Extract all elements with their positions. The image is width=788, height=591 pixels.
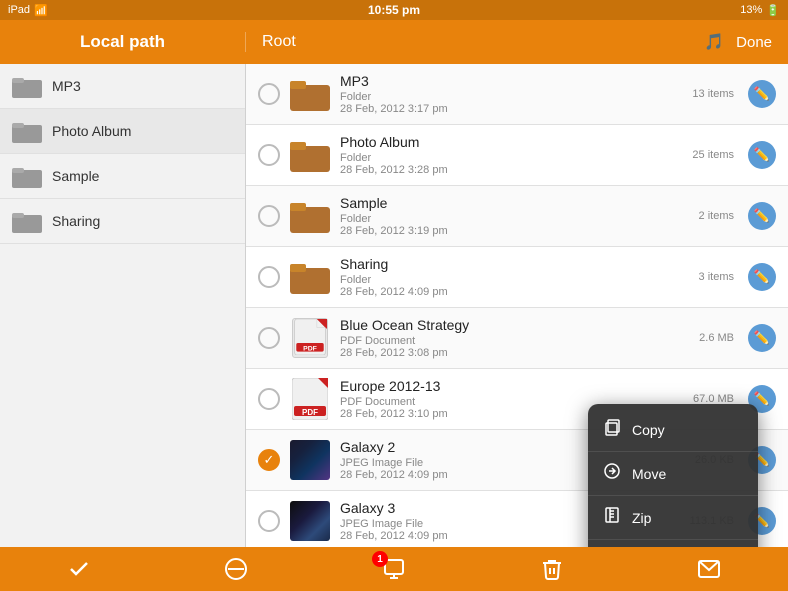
status-right: 13% 🔋 xyxy=(740,4,780,17)
sidebar-label-mp3: MP3 xyxy=(52,78,81,94)
folder-icon xyxy=(12,209,42,233)
pdf-icon-europe: PDF xyxy=(290,377,330,421)
radio-europe[interactable] xyxy=(258,388,280,410)
file-item-sharing[interactable]: Sharing Folder28 Feb, 2012 4:09 pm 3 ite… xyxy=(246,247,788,308)
file-list: MP3 Folder28 Feb, 2012 3:17 pm 13 items … xyxy=(246,64,788,547)
folder-icon-sharing xyxy=(290,255,330,299)
file-item-photo-album[interactable]: Photo Album Folder28 Feb, 2012 3:28 pm 2… xyxy=(246,125,788,186)
badge-count: 1 xyxy=(372,551,388,567)
file-size-sample: 2 items xyxy=(699,210,734,222)
sidebar-item-sample[interactable]: Sample xyxy=(0,154,245,199)
file-size-blue-ocean: 2.6 MB xyxy=(699,332,734,344)
radio-galaxy3[interactable] xyxy=(258,510,280,532)
context-menu-copy[interactable]: Copy xyxy=(588,408,758,452)
folder-icon xyxy=(12,119,42,143)
header-actions: 🎵 Done xyxy=(704,32,772,52)
sidebar-item-sharing[interactable]: Sharing xyxy=(0,199,245,244)
checkmark-button[interactable] xyxy=(57,547,101,591)
main-content: MP3 Photo Album Sample xyxy=(0,64,788,547)
file-item-mp3[interactable]: MP3 Folder28 Feb, 2012 3:17 pm 13 items … xyxy=(246,64,788,125)
music-note-icon[interactable]: 🎵 xyxy=(704,32,724,52)
status-left: iPad 📶 xyxy=(8,4,48,17)
wifi-icon: 📶 xyxy=(34,4,48,17)
sidebar-label-sharing: Sharing xyxy=(52,213,100,229)
file-name-sample: Sample xyxy=(340,195,689,211)
status-time: 10:55 pm xyxy=(368,3,420,17)
file-info-sharing: Sharing Folder28 Feb, 2012 4:09 pm xyxy=(340,256,689,298)
zip-label: Zip xyxy=(632,510,651,526)
radio-sample[interactable] xyxy=(258,205,280,227)
sidebar-label-photo-album: Photo Album xyxy=(52,123,131,139)
file-item-sample[interactable]: Sample Folder28 Feb, 2012 3:19 pm 2 item… xyxy=(246,186,788,247)
file-meta-photo-album: Folder28 Feb, 2012 3:28 pm xyxy=(340,152,682,176)
carrier-label: iPad xyxy=(8,4,30,16)
edit-btn-mp3[interactable]: ✏️ xyxy=(748,80,776,108)
file-meta-sample: Folder28 Feb, 2012 3:19 pm xyxy=(340,213,689,237)
email-button[interactable] xyxy=(687,547,731,591)
file-info-blue-ocean: Blue Ocean Strategy PDF Document28 Feb, … xyxy=(340,317,689,359)
image-icon-galaxy2 xyxy=(290,438,330,482)
file-name-blue-ocean: Blue Ocean Strategy xyxy=(340,317,689,333)
status-bar: iPad 📶 10:55 pm 13% 🔋 xyxy=(0,0,788,20)
radio-sharing[interactable] xyxy=(258,266,280,288)
file-size-mp3: 13 items xyxy=(692,88,734,100)
file-item-blue-ocean[interactable]: PDF Blue Ocean Strategy PDF Document28 F… xyxy=(246,308,788,369)
edit-btn-blue-ocean[interactable]: ✏️ xyxy=(748,324,776,352)
sidebar: MP3 Photo Album Sample xyxy=(0,64,246,547)
radio-mp3[interactable] xyxy=(258,83,280,105)
battery-label: 13% xyxy=(740,4,762,16)
file-size-photo-album: 25 items xyxy=(692,149,734,161)
radio-blue-ocean[interactable] xyxy=(258,327,280,349)
file-name-mp3: MP3 xyxy=(340,73,682,89)
sidebar-item-mp3[interactable]: MP3 xyxy=(0,64,245,109)
bottom-toolbar: 1 xyxy=(0,547,788,591)
folder-icon-sample xyxy=(290,194,330,238)
folder-icon xyxy=(12,164,42,188)
cancel-button[interactable] xyxy=(214,547,258,591)
sidebar-label-sample: Sample xyxy=(52,168,99,184)
folder-icon-mp3 xyxy=(290,72,330,116)
main-header: Root 🎵 Done xyxy=(246,32,788,52)
edit-btn-sample[interactable]: ✏️ xyxy=(748,202,776,230)
move-icon xyxy=(602,462,622,485)
edit-btn-sharing[interactable]: ✏️ xyxy=(748,263,776,291)
radio-galaxy2[interactable]: ✓ xyxy=(258,449,280,471)
sidebar-header: Local path xyxy=(0,32,246,52)
check-icon: ✓ xyxy=(264,452,275,468)
context-menu: Copy Move xyxy=(588,404,758,547)
folder-icon-photo-album xyxy=(290,133,330,177)
file-meta-blue-ocean: PDF Document28 Feb, 2012 3:08 pm xyxy=(340,335,689,359)
file-info-sample: Sample Folder28 Feb, 2012 3:19 pm xyxy=(340,195,689,237)
file-info-mp3: MP3 Folder28 Feb, 2012 3:17 pm xyxy=(340,73,682,115)
battery-icon: 🔋 xyxy=(766,4,780,17)
svg-text:PDF: PDF xyxy=(303,346,317,353)
main-header-title: Root xyxy=(262,33,296,51)
copy-label: Copy xyxy=(632,422,665,438)
header: Local path Root 🎵 Done xyxy=(0,20,788,64)
file-size-sharing: 3 items xyxy=(699,271,734,283)
file-meta-sharing: Folder28 Feb, 2012 4:09 pm xyxy=(340,274,689,298)
move-label: Move xyxy=(632,466,666,482)
delete-button[interactable] xyxy=(530,547,574,591)
radio-photo-album[interactable] xyxy=(258,144,280,166)
pdf-icon-blue-ocean: PDF xyxy=(290,316,330,360)
file-name-photo-album: Photo Album xyxy=(340,134,682,150)
sidebar-item-photo-album[interactable]: Photo Album xyxy=(0,109,245,154)
copy-icon xyxy=(602,418,622,441)
file-name-europe: Europe 2012-13 xyxy=(340,378,683,394)
file-info-photo-album: Photo Album Folder28 Feb, 2012 3:28 pm xyxy=(340,134,682,176)
zip-icon xyxy=(602,506,622,529)
context-menu-zip[interactable]: Zip xyxy=(588,496,758,540)
sidebar-header-title: Local path xyxy=(80,32,165,52)
file-meta-mp3: Folder28 Feb, 2012 3:17 pm xyxy=(340,91,682,115)
context-menu-open-in[interactable]: Open in xyxy=(588,540,758,547)
svg-text:PDF: PDF xyxy=(302,408,318,417)
done-button[interactable]: Done xyxy=(736,34,772,51)
image-icon-galaxy3 xyxy=(290,499,330,543)
file-name-sharing: Sharing xyxy=(340,256,689,272)
folder-icon xyxy=(12,74,42,98)
edit-btn-photo-album[interactable]: ✏️ xyxy=(748,141,776,169)
context-menu-move[interactable]: Move xyxy=(588,452,758,496)
